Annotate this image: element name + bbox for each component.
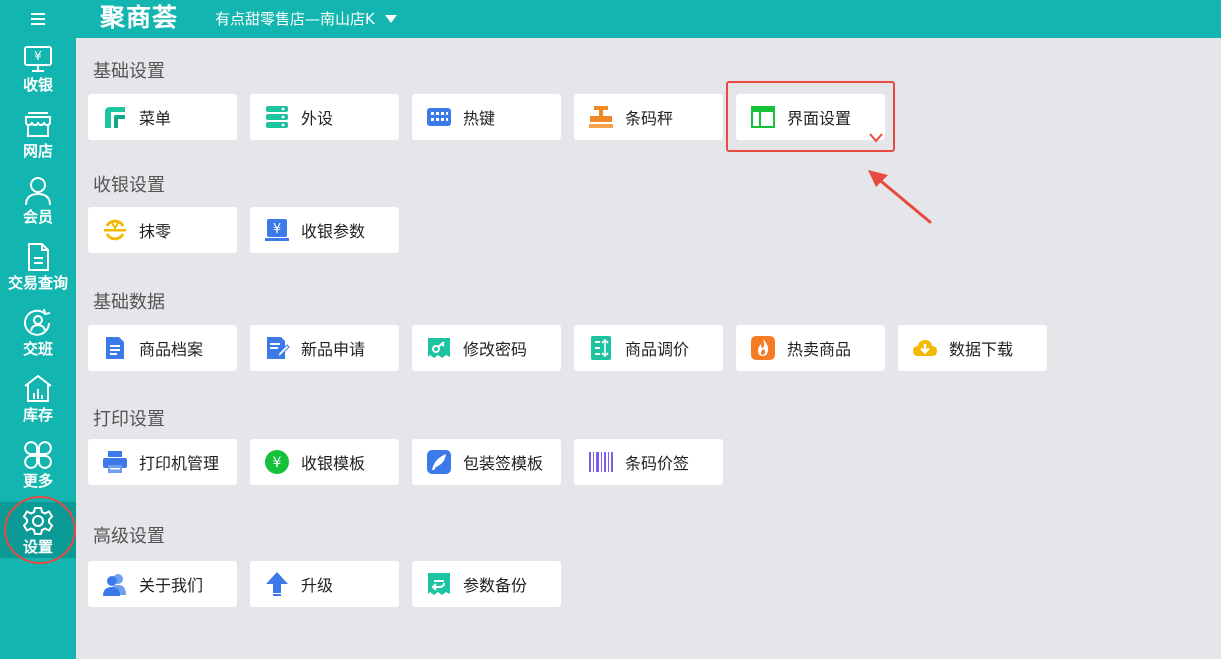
card-barcode-price-tag[interactable]: 条码价签 [574,439,723,485]
fire-icon [751,336,775,360]
store-selector[interactable]: 有点甜零售店—南山店K [215,0,397,38]
backup-icon [428,573,450,595]
top-bar [0,0,1221,38]
card-change-password[interactable]: 修改密码 [412,325,561,371]
menu-settings-icon [105,107,125,128]
app-logo: 聚商荟 [100,3,179,32]
yuan-coin-icon: ¥ [265,450,289,474]
card-receipt-template[interactable]: ¥ 收银模板 [250,439,399,485]
card-about-us[interactable]: 关于我们 [88,561,237,607]
cloud-download-icon [913,340,937,356]
sidebar-item-settings[interactable]: 设置 [0,502,76,558]
gear-icon [22,507,54,535]
sidebar-item-member[interactable]: 会员 [0,172,76,238]
card-price-adjustment[interactable]: 商品调价 [574,325,723,371]
users-icon [103,574,126,596]
member-icon [25,177,51,206]
sidebar-item-cashier[interactable]: ¥ 收银 [0,40,76,106]
sidebar-item-shop[interactable]: 网店 [0,106,76,172]
file-icon [106,337,124,359]
payment-icon: ¥ [265,219,289,241]
card-interface-settings[interactable]: 界面设置 [736,94,885,140]
store-name: 有点甜零售店—南山店K [215,10,375,28]
card-hot-products[interactable]: 热卖商品 [736,325,885,371]
annotation-arrow [868,170,932,224]
card-product-archive[interactable]: 商品档案 [88,325,237,371]
card-cashier-params[interactable]: ¥ 收银参数 [250,207,399,253]
scale-icon [589,106,613,128]
barcode-icon [589,452,613,472]
card-package-label-template[interactable]: 包装签模板 [412,439,561,485]
handover-icon [24,308,51,336]
section-title-advanced-settings: 高级设置 [93,526,165,547]
feather-icon [427,450,451,474]
cashier-icon: ¥ [24,46,52,72]
section-title-basic-settings: 基础设置 [93,61,165,82]
price-adjust-icon [591,336,611,360]
card-menu[interactable]: 菜单 [88,94,237,140]
menu-icon[interactable] [26,9,50,29]
edit-document-icon [267,337,290,359]
svg-text:¥: ¥ [34,49,42,63]
card-hotkeys[interactable]: 热键 [412,94,561,140]
sidebar-item-handover[interactable]: 交班 [0,304,76,370]
card-param-backup[interactable]: 参数备份 [412,561,561,607]
section-title-basic-data: 基础数据 [93,292,165,313]
section-title-print-settings: 打印设置 [93,409,165,430]
layout-icon [751,106,775,128]
svg-text:¥: ¥ [273,455,282,471]
section-title-cashier-settings: 收银设置 [93,175,165,196]
sidebar-item-inventory[interactable]: 库存 [0,370,76,436]
warehouse-icon [24,374,52,402]
card-barcode-scale[interactable]: 条码秤 [574,94,723,140]
card-upgrade[interactable]: 升级 [250,561,399,607]
card-data-download[interactable]: 数据下载 [898,325,1047,371]
key-icon [428,338,450,358]
svg-text:¥: ¥ [273,222,281,237]
coin-icon [104,219,126,241]
arrow-up-icon [266,572,288,596]
more-icon [24,441,52,469]
card-new-product-request[interactable]: 新品申请 [250,325,399,371]
keyboard-icon [427,108,451,126]
server-icon [266,106,288,128]
caret-down-icon [384,15,397,23]
sidebar-item-transactions[interactable]: 交易查询 [0,238,76,304]
card-printer-management[interactable]: 打印机管理 [88,439,237,485]
sidebar-item-more[interactable]: 更多 [0,436,76,502]
card-peripherals[interactable]: 外设 [250,94,399,140]
card-rounding[interactable]: 抹零 [88,207,237,253]
document-icon [28,243,49,271]
printer-icon [103,451,127,473]
shop-icon [25,112,51,137]
